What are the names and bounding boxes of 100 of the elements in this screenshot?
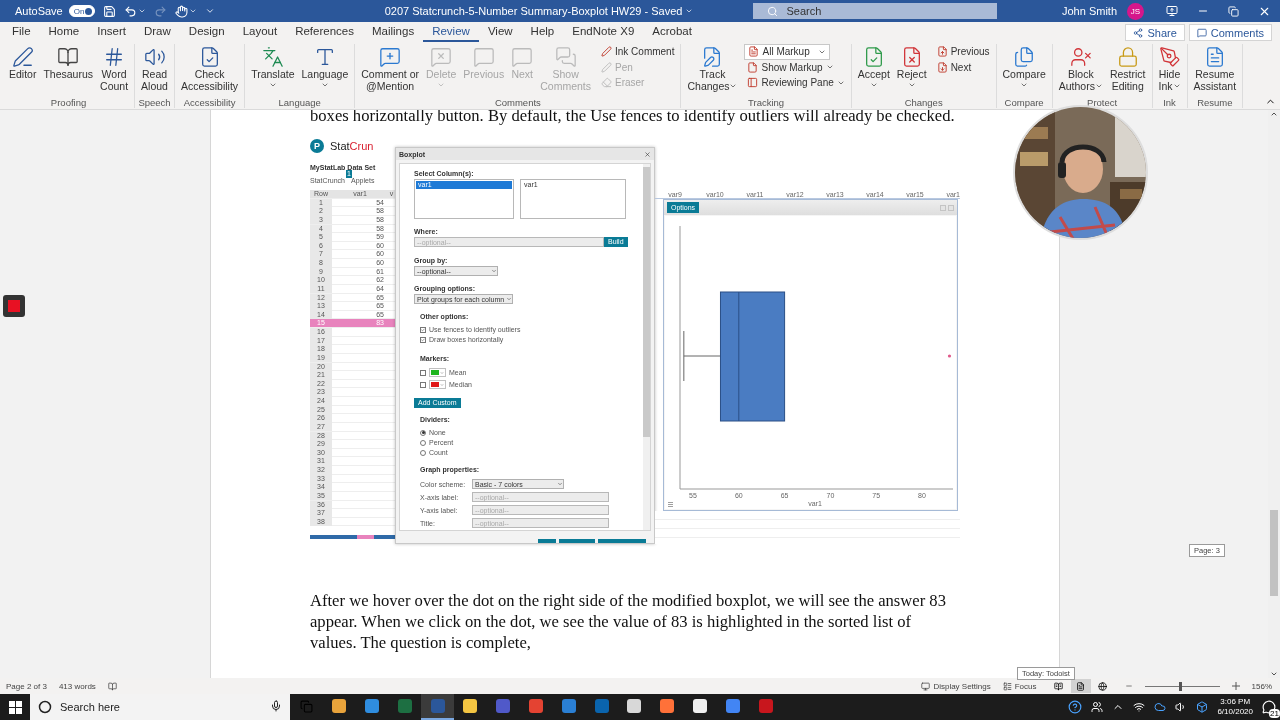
scroll-down-icon[interactable] [1270, 670, 1278, 678]
color-picker[interactable] [429, 380, 446, 389]
pen-icon [601, 46, 612, 58]
ribbon-tab[interactable]: Layout [233, 22, 287, 42]
scrollbar[interactable] [643, 164, 650, 530]
ribbon-button[interactable]: Ink Comment [598, 44, 678, 60]
ribbon-tab[interactable]: Draw [135, 22, 180, 42]
hand-icon[interactable] [174, 4, 188, 18]
ribbon-button[interactable]: Language [298, 44, 352, 89]
ribbon-button[interactable]: Check Accessibility [177, 44, 242, 92]
ribbon-button[interactable]: Block Authors [1055, 44, 1106, 92]
monitor-icon[interactable] [921, 681, 931, 691]
group-label: Language [278, 97, 321, 108]
zoom-in-icon[interactable] [1231, 682, 1240, 690]
caret-icon[interactable] [188, 7, 197, 15]
monitor-icon [1165, 5, 1178, 17]
group-label: Accessibility [183, 97, 236, 108]
taskbar-search-field[interactable]: Search here [30, 694, 290, 720]
ribbon-button[interactable]: Thesaurus [40, 44, 97, 81]
cloud-icon[interactable] [1154, 701, 1167, 713]
color-picker[interactable] [429, 368, 446, 377]
ribbon-button[interactable]: Hide Ink [1155, 44, 1184, 92]
word-count: 413 words [58, 681, 96, 691]
proofing-icon[interactable] [107, 681, 117, 691]
help-icon[interactable] [1068, 700, 1083, 714]
ribbon-tab[interactable]: Design [179, 22, 234, 42]
pen-icon [601, 61, 612, 73]
document-title: 0207 Statcrunch-5-Number Summary-Boxplot HW29 - Saved [384, 5, 683, 17]
avatar[interactable]: JS [1127, 2, 1144, 20]
checkbox[interactable] [420, 381, 426, 388]
documents-icon [1013, 45, 1036, 68]
group-label: Changes [904, 97, 943, 108]
view-button[interactable] [1070, 679, 1091, 693]
search-field[interactable]: Search [753, 3, 998, 19]
stop-icon[interactable] [3, 295, 25, 317]
search-icon [38, 700, 52, 714]
save-icon[interactable] [102, 4, 116, 18]
ribbon-button[interactable]: Restrict Editing [1106, 44, 1149, 92]
focus-button[interactable]: Focus [1014, 681, 1037, 691]
ribbon-tab[interactable]: References [286, 22, 363, 42]
comment-icon [472, 45, 495, 68]
network-icon[interactable] [1133, 701, 1146, 713]
ribbon-tab[interactable]: View [478, 22, 522, 42]
notification-count: 21 [1269, 709, 1280, 718]
ribbon-button[interactable]: Translate [248, 44, 298, 89]
box-icon[interactable] [1196, 701, 1209, 713]
ribbon-button[interactable]: Track Changes [684, 44, 741, 92]
radio-button[interactable] [420, 429, 426, 436]
caret-icon[interactable] [137, 7, 146, 15]
checkbox[interactable] [420, 369, 426, 376]
ribbon-tab[interactable]: Insert [88, 22, 135, 42]
document-up-icon [936, 46, 948, 58]
ribbon-button[interactable]: Previous [933, 44, 993, 60]
checkbox[interactable] [420, 326, 426, 333]
ribbon-tab[interactable]: EndNote X9 [563, 22, 644, 42]
ribbon-button[interactable]: Compare [999, 44, 1049, 89]
ribbon-button[interactable]: Editor [6, 44, 40, 81]
eraser-icon [601, 77, 612, 89]
ribbon-button[interactable]: Word Count [97, 44, 132, 92]
display-settings-button[interactable]: Display Settings [933, 681, 991, 691]
comments-button[interactable]: Comments [1188, 24, 1272, 41]
ribbon-button[interactable]: Reviewing Pane [744, 75, 848, 91]
caret-icon [440, 382, 444, 387]
scrollbar-thumb[interactable] [1270, 510, 1278, 596]
checkbox[interactable] [420, 336, 426, 343]
comment-delete-icon [430, 45, 453, 68]
scrollbar-thumb[interactable] [643, 167, 650, 437]
menu-icon[interactable] [668, 502, 673, 507]
markup-dropdown[interactable]: All Markup [744, 44, 831, 60]
slider-thumb[interactable] [1178, 681, 1182, 691]
people-icon[interactable] [1091, 701, 1104, 713]
ribbon-tab[interactable]: Acrobat [643, 22, 701, 42]
group-label: Compare [1004, 97, 1044, 108]
ribbon-tab[interactable]: Home [39, 22, 89, 42]
ribbon-button[interactable]: Comment or @Mention [358, 44, 422, 92]
ribbon-button[interactable]: Accept [854, 44, 893, 89]
ribbon-button[interactable]: Read Aloud [138, 44, 171, 92]
ribbon-button[interactable]: Show Markup [744, 59, 848, 75]
document-icon [748, 46, 760, 58]
caret-icon[interactable] [685, 7, 694, 15]
ribbon-tab[interactable]: Help [521, 22, 564, 42]
autosave-toggle[interactable]: On [68, 5, 95, 17]
ribbon-tab[interactable]: Mailings [363, 22, 424, 42]
ribbon-button[interactable]: Reject [893, 44, 930, 89]
focus-icon[interactable] [1002, 681, 1012, 691]
share-button[interactable]: Share [1125, 24, 1185, 41]
document-icon [1076, 681, 1086, 691]
ribbon-button[interactable]: Resume Assistant [1190, 44, 1240, 92]
ribbon-tab[interactable]: Review [423, 22, 479, 42]
book-icon [1054, 681, 1064, 691]
user-name: John Smith [1061, 5, 1117, 17]
customize-icon[interactable] [204, 6, 215, 16]
scroll-up-icon[interactable] [1270, 110, 1278, 118]
outlier-dot[interactable] [947, 354, 952, 358]
close-icon[interactable] [644, 150, 651, 158]
microphone-icon[interactable] [270, 700, 282, 712]
task-view-icon [299, 699, 313, 713]
undo-icon[interactable] [123, 4, 137, 18]
ribbon-tab[interactable]: File [3, 22, 40, 42]
ribbon-button[interactable]: Next [933, 59, 993, 75]
